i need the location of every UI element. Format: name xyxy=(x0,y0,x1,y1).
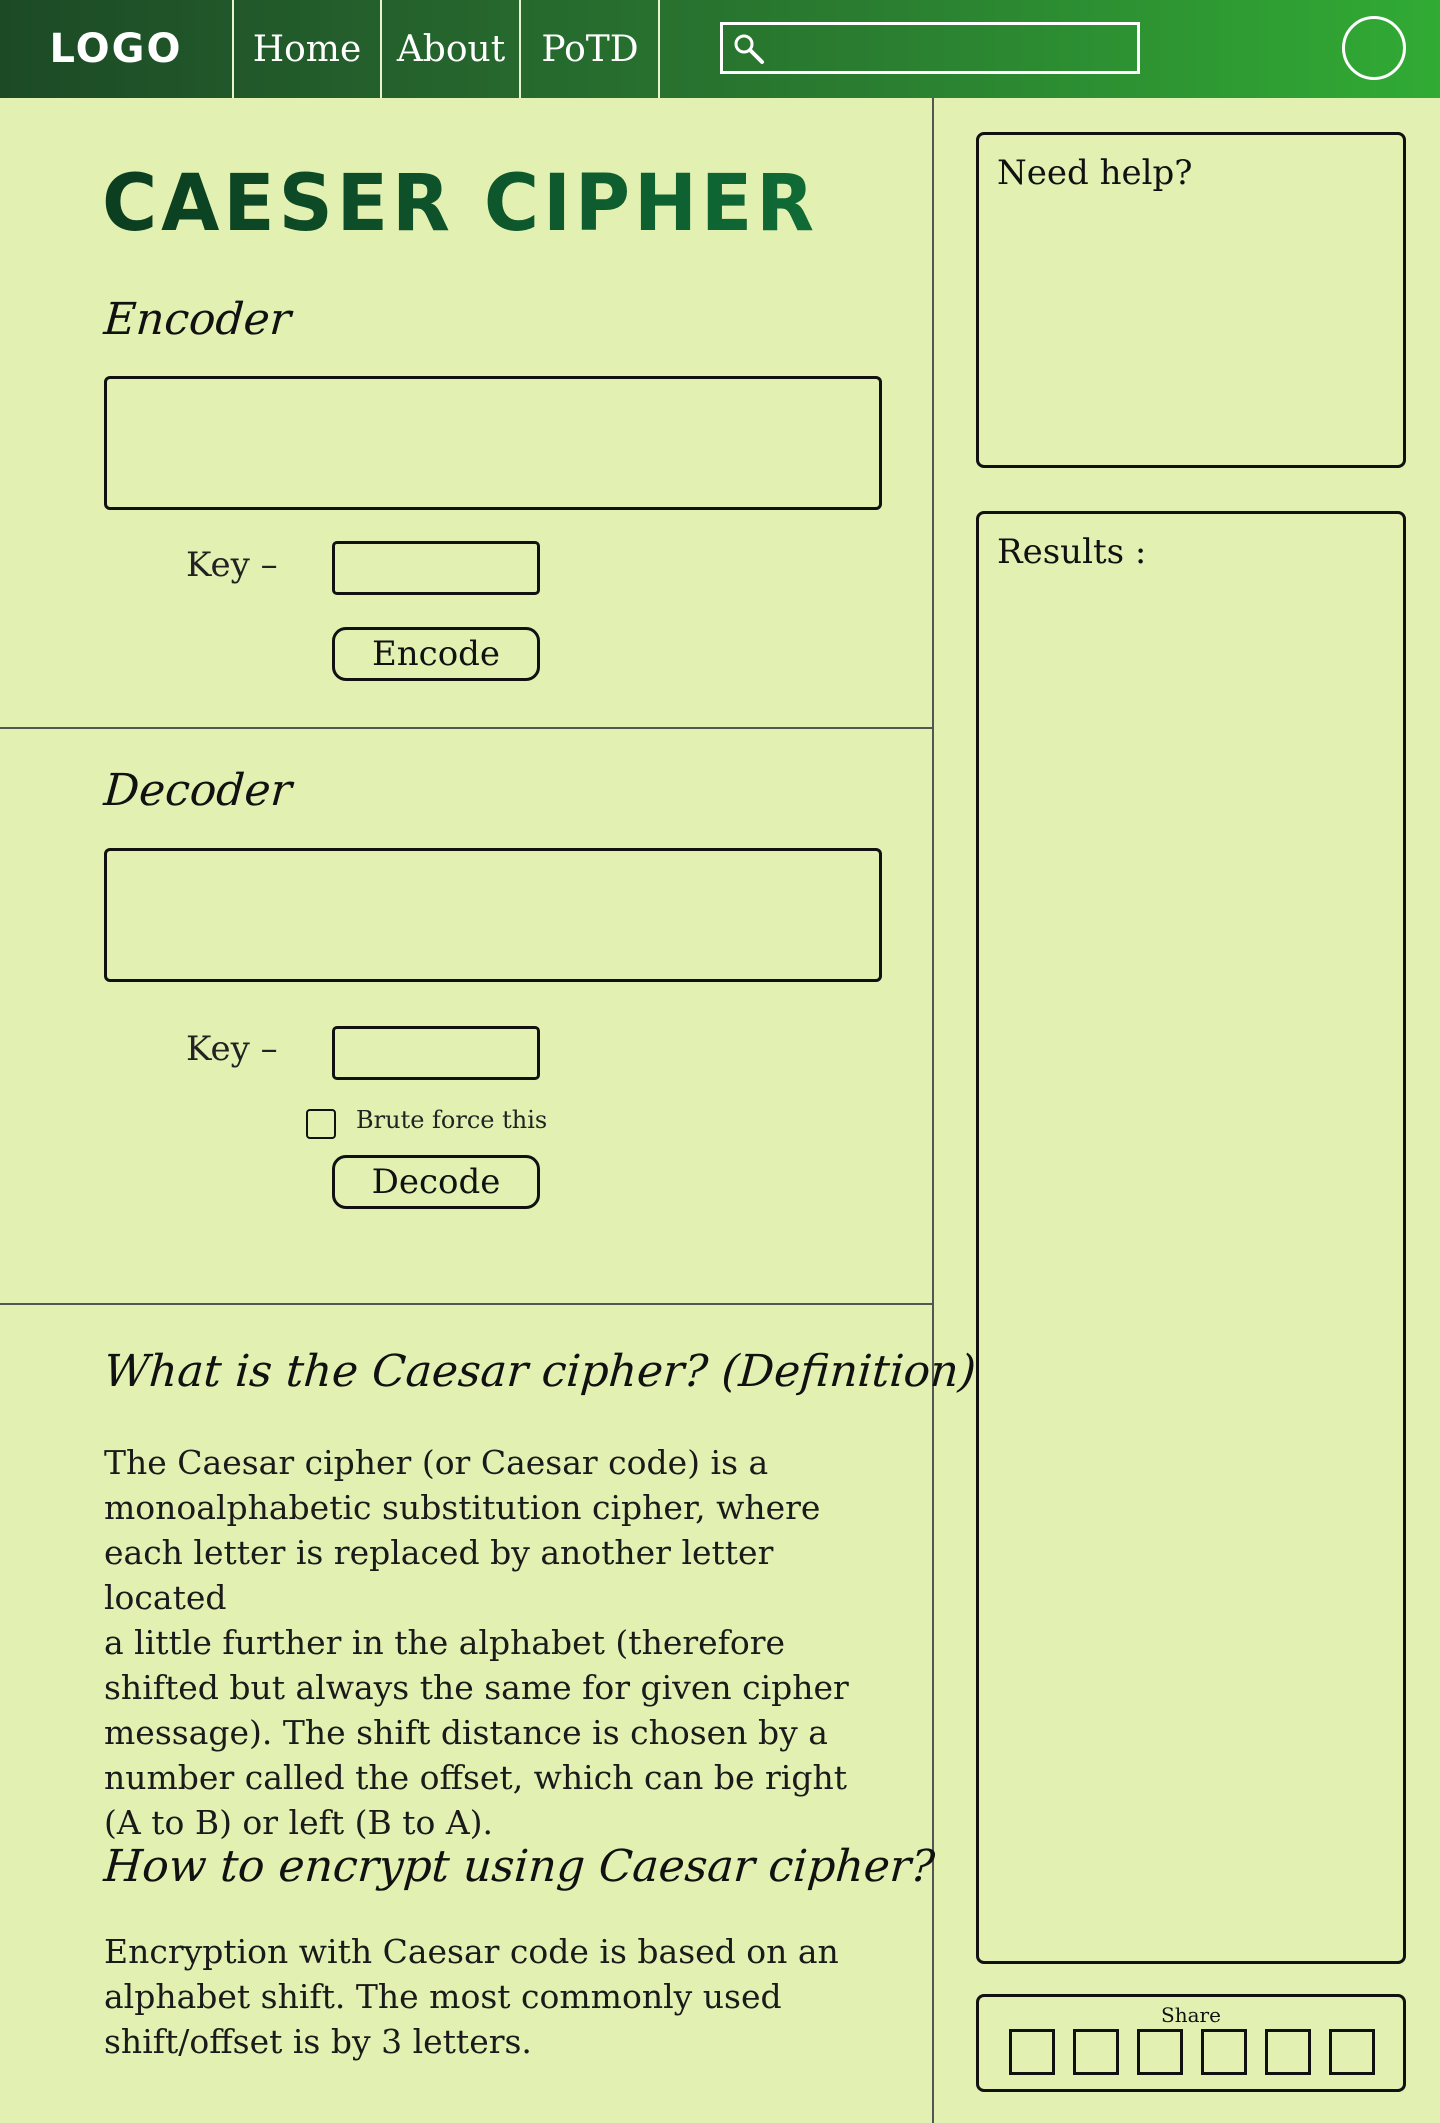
avatar-icon[interactable] xyxy=(1342,16,1406,80)
definition-heading: What is the Caesar cipher? (Definition) xyxy=(102,1346,978,1397)
definition-line: a little further in the alphabet (theref… xyxy=(104,1623,786,1662)
page-title-text: CAESER CIPHER xyxy=(102,159,818,249)
encoder-textarea[interactable] xyxy=(104,376,882,510)
definition-line: (A to B) or left (B to A). xyxy=(104,1803,494,1842)
nav-home[interactable]: Home xyxy=(232,0,380,98)
decoder-heading: Decoder xyxy=(102,765,294,816)
encode-button[interactable]: Encode xyxy=(332,627,540,681)
logo[interactable]: LOGO xyxy=(0,0,232,98)
definition-line: shifted but always the same for given ci… xyxy=(104,1668,849,1707)
definition-line: monoalphabetic substitution cipher, wher… xyxy=(104,1488,821,1527)
share-button[interactable] xyxy=(1073,2029,1119,2075)
encrypt-paragraph: Encryption with Caesar code is based on … xyxy=(104,1929,864,2064)
nav-potd[interactable]: PoTD xyxy=(519,0,659,98)
brute-force-label: Brute force this xyxy=(356,1106,548,1134)
share-button[interactable] xyxy=(1009,2029,1055,2075)
nav-divider xyxy=(658,0,660,98)
definition-paragraph: The Caesar cipher (or Caesar code) is a … xyxy=(104,1440,864,1845)
encrypt-line: Encryption with Caesar code is based on … xyxy=(104,1932,839,1971)
share-panel: Share xyxy=(976,1994,1406,2092)
encoder-key-label: Key – xyxy=(186,545,278,585)
encrypt-line: alphabet shift. The most commonly used xyxy=(104,1977,782,2016)
section-divider-2 xyxy=(0,1303,932,1305)
decoder-key-input[interactable] xyxy=(332,1026,540,1080)
encoder-key-input[interactable] xyxy=(332,541,540,595)
definition-line: message). The shift distance is chosen b… xyxy=(104,1713,828,1752)
decode-button[interactable]: Decode xyxy=(332,1155,540,1209)
search-input[interactable] xyxy=(720,22,1140,74)
top-nav: LOGO Home About PoTD xyxy=(0,0,1440,98)
search-icon[interactable] xyxy=(731,31,767,67)
encrypt-line: shift/offset is by 3 letters. xyxy=(104,2022,532,2061)
decoder-textarea[interactable] xyxy=(104,848,882,982)
encoder-heading: Encoder xyxy=(102,294,293,345)
decoder-key-label: Key – xyxy=(186,1029,278,1069)
share-button[interactable] xyxy=(1265,2029,1311,2075)
brute-force-checkbox[interactable] xyxy=(306,1109,336,1139)
help-title: Need help? xyxy=(997,153,1193,193)
definition-line: each letter is replaced by another lette… xyxy=(104,1533,774,1617)
help-panel: Need help? xyxy=(976,132,1406,468)
share-button[interactable] xyxy=(1137,2029,1183,2075)
encrypt-heading: How to encrypt using Caesar cipher? xyxy=(102,1841,937,1892)
share-label: Share xyxy=(1161,2003,1221,2027)
results-title: Results : xyxy=(997,532,1147,572)
nav-about[interactable]: About xyxy=(380,0,520,98)
definition-line: number called the offset, which can be r… xyxy=(104,1758,847,1797)
definition-line: The Caesar cipher (or Caesar code) is a xyxy=(104,1443,769,1482)
column-divider xyxy=(932,98,934,2123)
section-divider-1 xyxy=(0,727,932,729)
share-button[interactable] xyxy=(1329,2029,1375,2075)
share-button[interactable] xyxy=(1201,2029,1247,2075)
page-title: CAESER CIPHER xyxy=(102,159,818,249)
results-panel: Results : xyxy=(976,511,1406,1964)
